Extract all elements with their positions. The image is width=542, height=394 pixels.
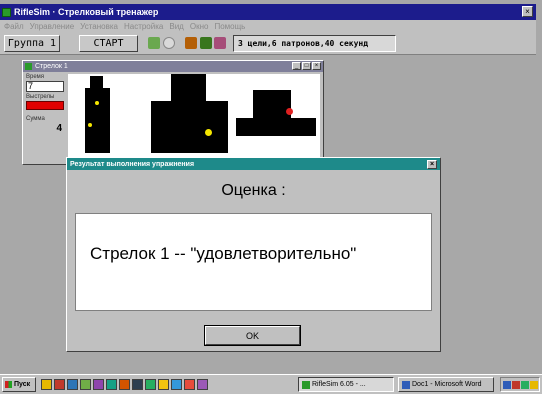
target-3 [236,118,316,136]
taskbar-item-label: Doc1 - Microsoft Word [412,381,482,388]
app-titlebar: RifleSim · Стрелковый тренажер × [0,4,536,20]
target-3-head [253,90,291,118]
quick-launch-icon[interactable] [80,379,91,390]
shots-label: Выстрелы [26,94,55,100]
tools-icon[interactable] [185,37,197,49]
grade-message-box: Стрелок 1 -- "удовлетворительно" [75,213,432,311]
target-1 [85,88,110,153]
hit-marker [88,123,92,127]
windows-flag-icon [5,381,12,388]
start-button[interactable]: СТАРТ [79,35,138,52]
quick-launch-icon[interactable] [132,379,143,390]
minimize-button[interactable]: _ [292,62,301,70]
group-button[interactable]: Группа 1 [4,35,60,52]
quick-launch-icon[interactable] [41,379,52,390]
grade-message: Стрелок 1 -- "удовлетворительно" [90,244,357,263]
taskbar-item-word[interactable]: Doc1 - Microsoft Word [398,377,494,392]
house-icon[interactable] [200,37,212,49]
score-label: Сумма [26,116,45,122]
quick-launch-icon[interactable] [67,379,78,390]
shooter-window-title: Стрелок 1 [35,63,68,70]
menu-control[interactable]: Управление [30,22,74,31]
target-2-head [171,74,206,102]
time-value: 7 [26,81,64,92]
hit-marker [95,101,99,105]
chart-icon[interactable] [214,37,226,49]
desktop: RifleSim · Стрелковый тренажер × Файл Уп… [0,0,542,394]
quick-launch-icon[interactable] [106,379,117,390]
menu-view[interactable]: Вид [169,22,183,31]
quick-launch-icon[interactable] [171,379,182,390]
hit-marker [205,129,212,136]
start-label: Пуск [14,381,31,388]
quick-launch-icon[interactable] [119,379,130,390]
menu-setup[interactable]: Установка [80,22,118,31]
shots-bar [26,101,64,110]
quick-launch-icon[interactable] [184,379,195,390]
quick-launch-icon[interactable] [93,379,104,390]
quick-launch-icon[interactable] [145,379,156,390]
hit-marker [286,108,293,115]
start-menu-button[interactable]: Пуск [2,377,36,392]
exercise-info: 3 цели,6 патронов,40 секунд [233,35,396,52]
time-label: Время [26,74,45,80]
quick-launch-icon[interactable] [158,379,169,390]
app-title: RifleSim · Стрелковый тренажер [14,7,159,17]
shooter-stats: Время 7 Выстрелы Сумма 4 [26,74,64,154]
shooter-window-icon [25,63,32,70]
clock-icon[interactable] [163,37,175,49]
system-tray [500,377,540,392]
close-icon[interactable]: × [427,160,437,169]
taskbar-item-riflesim[interactable]: RifleSim 6.05 - ... [298,377,394,392]
shooter-window-titlebar: Стрелок 1 _ □ × [23,61,323,72]
grade-heading: Оценка : [221,182,286,199]
score-value: 4 [56,123,62,134]
app-close-button[interactable]: × [522,6,533,17]
menu-file[interactable]: Файл [4,22,24,31]
shooter-window: Стрелок 1 _ □ × Время 7 Выстрелы Сумма 4 [22,60,324,165]
close-button[interactable]: × [312,62,321,70]
toolbar: Группа 1 СТАРТ 3 цели,6 патронов,40 секу… [0,33,536,55]
tray-icon[interactable] [512,380,520,389]
taskbar: Пуск RifleSim 6.05 - ... Doc1 - Microsof… [0,374,542,394]
app-icon [2,7,11,17]
ok-button[interactable]: OK [204,325,301,346]
shooter-icon[interactable] [148,37,160,49]
target-field[interactable] [68,74,320,162]
tray-icon[interactable] [521,380,529,389]
maximize-button[interactable]: □ [302,62,311,70]
riflesim-icon [302,380,310,389]
menu-help[interactable]: Помощь [214,22,245,31]
tray-icon[interactable] [530,380,538,389]
quick-launch-icon[interactable] [197,379,208,390]
quick-launch [41,379,208,390]
result-dialog: Результат выполнения упражнения × Оценка… [66,157,441,352]
tray-icon[interactable] [503,380,511,389]
menu-settings[interactable]: Настройка [124,22,163,31]
word-icon [402,380,410,389]
result-dialog-title: Результат выполнения упражнения [70,160,195,168]
quick-launch-icon[interactable] [54,379,65,390]
menu-window[interactable]: Окно [190,22,209,31]
result-dialog-titlebar: Результат выполнения упражнения × [67,158,440,170]
menubar: Файл Управление Установка Настройка Вид … [0,20,536,33]
target-2 [151,101,228,153]
taskbar-item-label: RifleSim 6.05 - ... [312,381,366,388]
